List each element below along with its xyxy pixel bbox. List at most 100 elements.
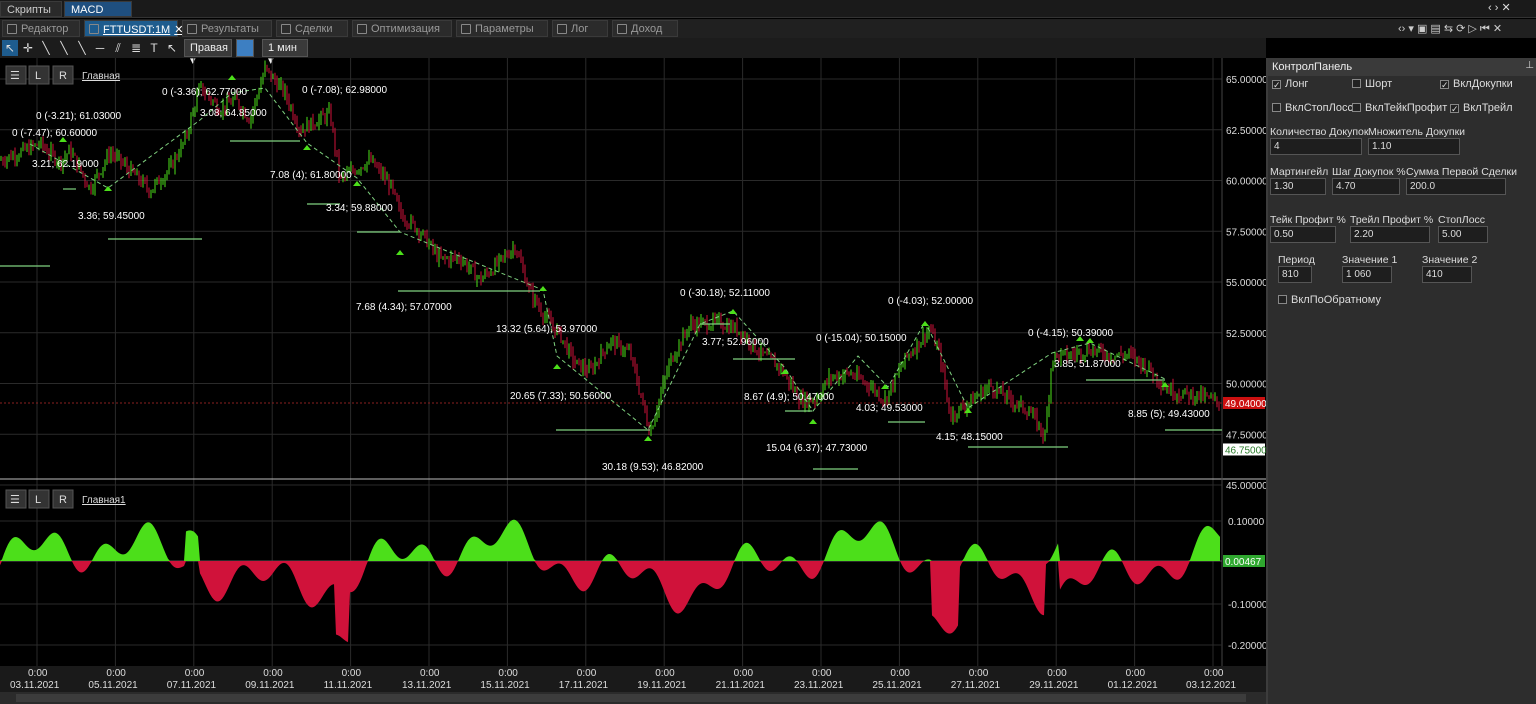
label-value-1: Значение 1 bbox=[1342, 254, 1398, 266]
checkbox-long-box[interactable]: ✓ bbox=[1272, 80, 1281, 90]
osc-axis-label: -0.20000 bbox=[1228, 641, 1266, 652]
tab-editor[interactable]: Редактор bbox=[2, 20, 80, 37]
checkbox-short[interactable]: Шорт bbox=[1352, 78, 1392, 92]
tab-trades[interactable]: Сделки bbox=[276, 20, 348, 37]
select-tool-icon[interactable]: ↖ bbox=[164, 40, 180, 56]
buy-arrow-icon bbox=[729, 309, 737, 314]
pin-icon[interactable]: ⊥ bbox=[1525, 60, 1534, 71]
checkbox-takeprofit-box[interactable] bbox=[1352, 103, 1361, 112]
line-tool-icon[interactable]: ╲ bbox=[38, 40, 54, 56]
input-averaging-multiplier[interactable]: 1.10 bbox=[1368, 138, 1460, 155]
price-axis-label: 52.50000 bbox=[1226, 329, 1266, 340]
checkbox-takeprofit[interactable]: ВклТейкПрофит bbox=[1352, 102, 1447, 116]
chart-area[interactable]: 65.00000 62.50000 60.00000 57.50000 55.00000… bbox=[0, 58, 1268, 704]
axis-side-value: Правая bbox=[190, 42, 228, 54]
window-tab-macd[interactable]: MACD bbox=[64, 1, 132, 17]
checkbox-trail-label: ВклТрейл bbox=[1463, 102, 1513, 114]
channel-tool-icon[interactable]: ⫽ bbox=[110, 40, 126, 56]
results-icon bbox=[187, 24, 197, 34]
trades-icon bbox=[281, 24, 291, 34]
time-axis-date: 21.11.2021 bbox=[716, 680, 766, 691]
checkbox-stoploss[interactable]: ВклСтопЛосс bbox=[1272, 102, 1353, 116]
checkbox-trail[interactable]: ✓ ВклТрейл bbox=[1450, 102, 1513, 116]
checkbox-trail-box[interactable]: ✓ bbox=[1450, 104, 1459, 114]
checkbox-reverse[interactable]: ВклПоОбратному bbox=[1278, 294, 1381, 308]
tab-chart[interactable]: FTTUSDT:1M ✕ bbox=[84, 20, 183, 37]
axis-side-dropdown[interactable]: Правая ▾ bbox=[184, 39, 232, 67]
tab-optimization[interactable]: Оптимизация bbox=[352, 20, 452, 37]
label-value-2: Значение 2 bbox=[1422, 254, 1478, 266]
chart-action-icons[interactable]: ‹› ▾ ▣ ▤ ⇆ ⟳ ▷ ⏮ ✕ bbox=[1398, 22, 1502, 36]
trade-annotation: 15.04 (6.37); 47.73000 bbox=[766, 443, 868, 454]
control-panel: КонтролПанель ⊥ ✓ Лонг Шорт ✓ ВклДокупки Вк… bbox=[1266, 58, 1536, 704]
text-tool-icon[interactable]: T bbox=[146, 40, 162, 56]
color-picker-button[interactable] bbox=[236, 39, 254, 57]
tab-results-label: Результаты bbox=[201, 23, 259, 35]
time-axis-hour: 0:00 bbox=[812, 668, 832, 679]
window-controls[interactable]: ‹ › ✕ bbox=[1488, 1, 1511, 14]
checkbox-long[interactable]: ✓ Лонг bbox=[1272, 78, 1308, 92]
input-value-1[interactable]: 1 060 bbox=[1342, 266, 1392, 283]
trade-annotation: 3.21; 62.19000 bbox=[32, 159, 99, 170]
checkbox-short-box[interactable] bbox=[1352, 79, 1361, 88]
scrollbar-thumb bbox=[16, 694, 1246, 702]
osc-axis-label: -0.10000 bbox=[1228, 600, 1266, 611]
checkbox-short-label: Шорт bbox=[1365, 78, 1393, 90]
segment-tool-icon[interactable]: ╲ bbox=[74, 40, 90, 56]
tab-results[interactable]: Результаты bbox=[182, 20, 272, 37]
trade-annotation: 4.03; 49.53000 bbox=[856, 403, 923, 414]
time-axis-hour: 0:00 bbox=[890, 668, 910, 679]
cursor-tool-icon[interactable]: ↖ bbox=[2, 40, 18, 56]
time-axis-date: 29.11.2021 bbox=[1029, 680, 1079, 691]
osc-axis-label: 0.10000 bbox=[1228, 517, 1265, 528]
tab-income[interactable]: Доход bbox=[612, 20, 678, 37]
window-tab-scripts[interactable]: Скрипты bbox=[0, 1, 62, 17]
input-stoploss[interactable]: 5.00 bbox=[1438, 226, 1488, 243]
trade-annotation: 3.34; 59.88000 bbox=[326, 203, 393, 214]
tab-log[interactable]: Лог bbox=[552, 20, 608, 37]
buy-arrow-icon bbox=[539, 286, 547, 291]
document-tabbar: Редактор FTTUSDT:1M ✕ Результаты Сделки О… bbox=[0, 19, 1536, 38]
timeframe-dropdown[interactable]: 1 мин ▾ bbox=[262, 39, 308, 67]
checkbox-averaging[interactable]: ✓ ВклДокупки bbox=[1440, 78, 1513, 92]
tab-parameters[interactable]: Параметры bbox=[456, 20, 548, 37]
input-period[interactable]: 810 bbox=[1278, 266, 1312, 283]
list-icon: ☰ bbox=[10, 70, 20, 82]
pane-title: Главная1 bbox=[82, 495, 126, 506]
buy-arrow-icon bbox=[228, 75, 236, 80]
input-averaging-step[interactable]: 4.70 bbox=[1332, 178, 1400, 195]
crosshair-tool-icon[interactable]: ✛ bbox=[20, 40, 36, 56]
input-martingale[interactable]: 1.30 bbox=[1270, 178, 1326, 195]
time-axis-date: 07.11.2021 bbox=[167, 680, 217, 691]
trade-annotation: 3.08; 64.85000 bbox=[200, 108, 267, 119]
chart-svg[interactable]: 65.00000 62.50000 60.00000 57.50000 55.00000… bbox=[0, 58, 1268, 704]
label-averaging-multiplier: Множитель Докупки bbox=[1368, 126, 1466, 138]
checkbox-reverse-box[interactable] bbox=[1278, 295, 1287, 304]
tab-optimization-label: Оптимизация bbox=[371, 23, 440, 35]
trade-annotation: 4.15; 48.15000 bbox=[936, 432, 1003, 443]
time-axis-hour: 0:00 bbox=[263, 668, 283, 679]
horizontal-line-icon[interactable]: ─ bbox=[92, 40, 108, 56]
input-first-deal-sum[interactable]: 200.0 bbox=[1406, 178, 1506, 195]
ray-tool-icon[interactable]: ╲ bbox=[56, 40, 72, 56]
input-averaging-count[interactable]: 4 bbox=[1270, 138, 1362, 155]
control-panel-title: КонтролПанель bbox=[1272, 61, 1353, 73]
trade-annotation: 20.65 (7.33); 50.56000 bbox=[510, 391, 612, 402]
gear-icon bbox=[461, 24, 471, 34]
trade-annotation: 8.67 (4.9); 50.47000 bbox=[744, 392, 835, 403]
buy-arrow-icon bbox=[303, 145, 311, 150]
input-trail-profit[interactable]: 2.20 bbox=[1350, 226, 1430, 243]
osc-positive-area bbox=[0, 519, 1220, 561]
checkbox-long-label: Лонг bbox=[1285, 78, 1309, 90]
input-value-2[interactable]: 410 bbox=[1422, 266, 1472, 283]
checkbox-averaging-box[interactable]: ✓ bbox=[1440, 80, 1449, 90]
list-icon: ☰ bbox=[10, 494, 20, 506]
time-axis-date: 13.11.2021 bbox=[402, 680, 452, 691]
time-axis-date: 27.11.2021 bbox=[951, 680, 1001, 691]
input-take-profit[interactable]: 0.50 bbox=[1270, 226, 1336, 243]
checkbox-stoploss-box[interactable] bbox=[1272, 103, 1281, 112]
osc-negative-area bbox=[0, 561, 1220, 643]
label-first-deal-sum: Сумма Первой Сделки bbox=[1406, 166, 1518, 178]
price-axis-label: 65.00000 bbox=[1226, 75, 1266, 86]
fibonacci-tool-icon[interactable]: ≣ bbox=[128, 40, 144, 56]
